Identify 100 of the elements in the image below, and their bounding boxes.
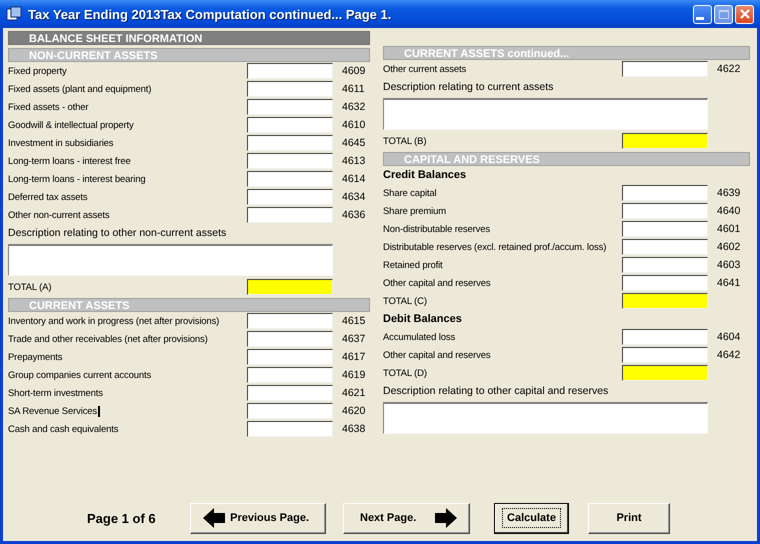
field-code: 4613 bbox=[341, 155, 366, 167]
input-field[interactable] bbox=[247, 385, 333, 401]
input-field[interactable] bbox=[622, 221, 708, 237]
total-field[interactable] bbox=[247, 279, 333, 295]
field-code: 4620 bbox=[341, 405, 366, 417]
field-label: Other non-current assets bbox=[8, 210, 110, 220]
input-field[interactable] bbox=[247, 63, 333, 79]
field-label: Non-distributable reserves bbox=[383, 224, 490, 234]
field-code: 4622 bbox=[716, 63, 742, 75]
field-label: Trade and other receivables (net after provisions) bbox=[8, 334, 208, 344]
input-field[interactable] bbox=[247, 99, 333, 115]
field-label: Cash and cash equivalents bbox=[8, 424, 118, 434]
field-label: Fixed assets - other bbox=[8, 102, 88, 112]
field-label: SA Revenue Services bbox=[8, 406, 98, 416]
field-label: Long-term loans - interest bearing bbox=[8, 174, 146, 184]
close-button[interactable] bbox=[735, 4, 754, 24]
field-code: 4642 bbox=[716, 349, 742, 361]
field-label: Description relating to current assets bbox=[383, 81, 554, 93]
field-code: 4619 bbox=[341, 369, 366, 381]
field-label: Group companies current accounts bbox=[8, 370, 152, 380]
input-field[interactable] bbox=[247, 135, 333, 151]
field-code: 4639 bbox=[716, 187, 742, 199]
field-code: 4603 bbox=[716, 259, 742, 271]
total-field[interactable] bbox=[622, 365, 708, 381]
section-header: BALANCE SHEET INFORMATION bbox=[8, 31, 370, 45]
button[interactable]: Print bbox=[588, 502, 670, 534]
field-label: Share capital bbox=[383, 188, 437, 198]
subheading: Debit Balances bbox=[383, 313, 463, 325]
minimize-button[interactable] bbox=[693, 4, 712, 24]
input-field[interactable] bbox=[622, 203, 708, 219]
input-field[interactable] bbox=[622, 275, 708, 291]
field-label: Other capital and reserves bbox=[383, 350, 491, 360]
field-code: 4602 bbox=[716, 241, 742, 253]
subheading: Credit Balances bbox=[383, 169, 468, 181]
field-code: 4645 bbox=[341, 137, 366, 149]
field-code: 4617 bbox=[341, 351, 366, 363]
input-field[interactable] bbox=[247, 403, 333, 419]
field-label: Other current assets bbox=[383, 64, 466, 74]
section-header: CURRENT ASSETS bbox=[8, 298, 370, 312]
input-field[interactable] bbox=[247, 367, 333, 383]
input-field[interactable] bbox=[247, 313, 333, 329]
field-label: Distributable reserves (excl. retained prof./accum. loss) bbox=[383, 242, 606, 252]
input-field[interactable] bbox=[622, 61, 708, 77]
field-code: 4614 bbox=[341, 173, 366, 185]
field-code: 4615 bbox=[341, 315, 366, 327]
input-field[interactable] bbox=[622, 257, 708, 273]
button[interactable]: Calculate bbox=[494, 502, 569, 534]
field-code: 4638 bbox=[341, 423, 366, 435]
input-field[interactable] bbox=[247, 81, 333, 97]
field-label: Description relating to other capital and reserves bbox=[383, 385, 610, 397]
field-label: Fixed property bbox=[8, 66, 67, 76]
section-header: CAPITAL AND RESERVES bbox=[383, 152, 750, 166]
maximize-button[interactable] bbox=[714, 4, 733, 24]
field-label: Description relating to other non-current assets bbox=[8, 227, 228, 239]
input-field[interactable] bbox=[247, 421, 333, 437]
input-field[interactable] bbox=[622, 185, 708, 201]
field-code: 4604 bbox=[716, 331, 742, 343]
field-code: 4634 bbox=[341, 191, 366, 203]
field-label: Short-term investments bbox=[8, 388, 103, 398]
field-label: Prepayments bbox=[8, 352, 62, 362]
input-field[interactable] bbox=[247, 153, 333, 169]
field-code: 4611 bbox=[341, 83, 366, 95]
text-area[interactable] bbox=[383, 402, 708, 434]
field-code: 4636 bbox=[341, 209, 366, 221]
field-label: Retained profit bbox=[383, 260, 443, 270]
input-field[interactable] bbox=[622, 329, 708, 345]
text-area[interactable] bbox=[383, 98, 708, 130]
window-title: Tax Year Ending 2013Tax Computation continued... Page 1. bbox=[28, 6, 392, 22]
text-area[interactable] bbox=[8, 244, 333, 276]
field-code: 4641 bbox=[716, 277, 742, 289]
input-field[interactable] bbox=[247, 117, 333, 133]
input-field[interactable] bbox=[247, 349, 333, 365]
button[interactable]: Next Page. bbox=[343, 502, 470, 534]
close-icon bbox=[740, 9, 750, 19]
total-field[interactable] bbox=[622, 133, 708, 149]
input-field[interactable] bbox=[247, 189, 333, 205]
input-field[interactable] bbox=[247, 207, 333, 223]
field-label: Investment in subsidiaries bbox=[8, 138, 114, 148]
field-code: 4609 bbox=[341, 65, 366, 77]
input-field[interactable] bbox=[622, 347, 708, 363]
maximize-icon bbox=[718, 10, 728, 18]
field-label: Goodwill & intellectual property bbox=[8, 120, 134, 130]
input-field[interactable] bbox=[247, 171, 333, 187]
field-code: 4601 bbox=[716, 223, 742, 235]
field-label: Deferred tax assets bbox=[8, 192, 88, 202]
input-field[interactable] bbox=[247, 331, 333, 347]
field-label: TOTAL (D) bbox=[383, 368, 427, 378]
button[interactable]: Previous Page. bbox=[190, 502, 326, 534]
field-label: Other capital and reserves bbox=[383, 278, 491, 288]
section-header: NON-CURRENT ASSETS bbox=[8, 48, 370, 62]
section-header: CURRENT ASSETS continued... bbox=[383, 46, 750, 60]
left-arrow-icon bbox=[203, 507, 225, 529]
field-code: 4640 bbox=[716, 205, 742, 217]
input-field[interactable] bbox=[622, 239, 708, 255]
field-label: Inventory and work in progress (net after provisions) bbox=[8, 316, 220, 326]
total-field[interactable] bbox=[622, 293, 708, 309]
page-indicator: Page 1 of 6 bbox=[87, 510, 157, 526]
app-icon bbox=[6, 6, 22, 22]
field-label: TOTAL (C) bbox=[383, 296, 427, 306]
field-label: Share premium bbox=[383, 206, 446, 216]
